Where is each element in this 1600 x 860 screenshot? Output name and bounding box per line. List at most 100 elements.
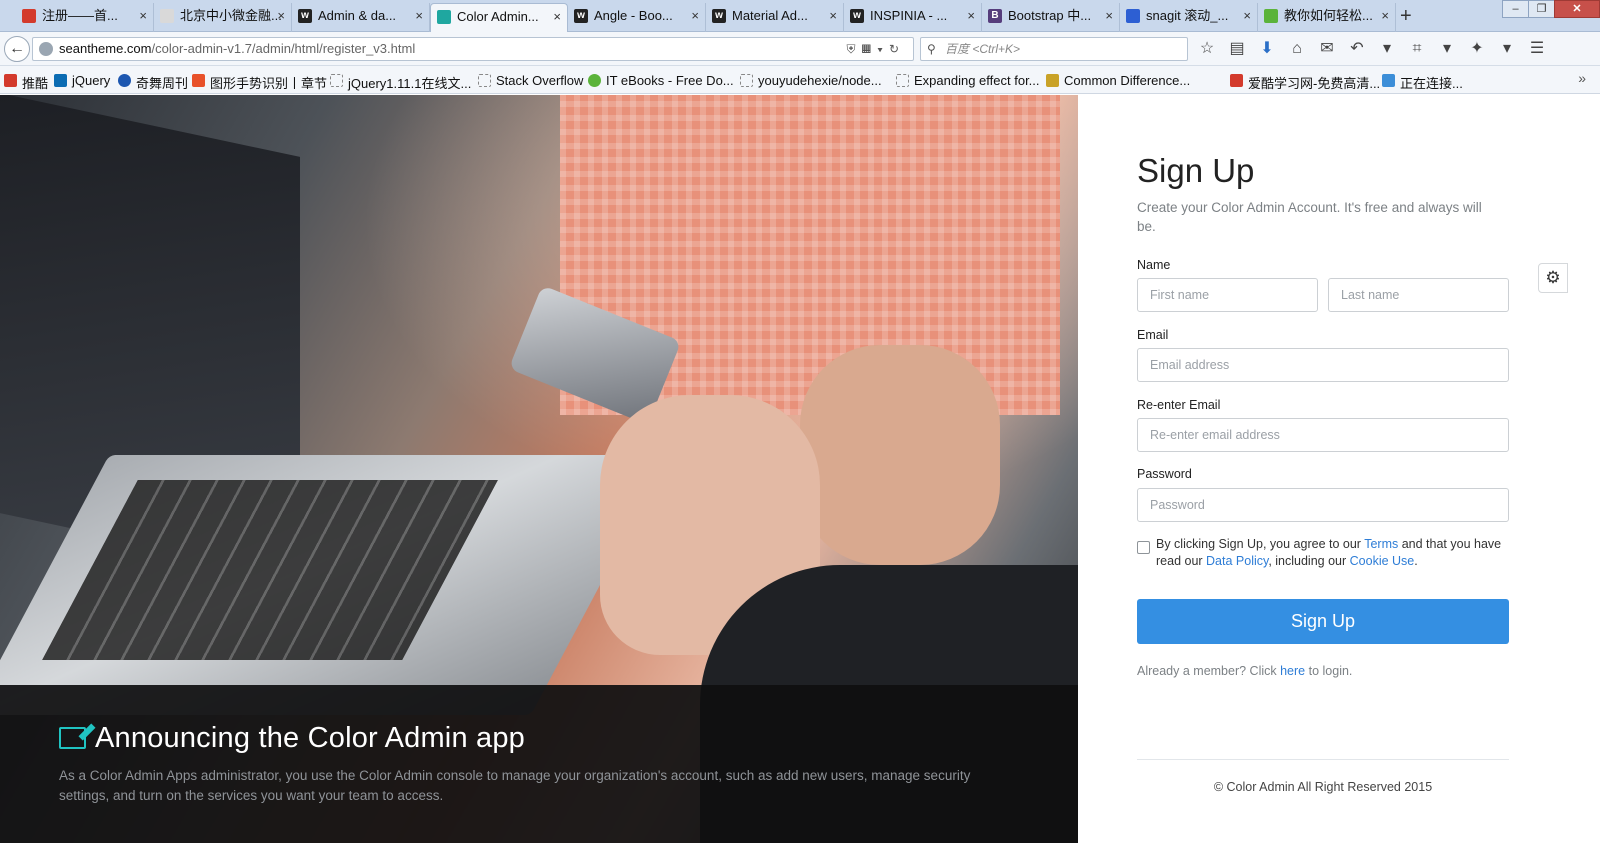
browser-toolbar: ☆ ▤ ⬇ ⌂ ✉ ↶ ▾ ⌗ ▾ ✦ ▾ ☰ xyxy=(1196,38,1548,60)
address-bar-tools: ⛨▦▾↻ xyxy=(846,38,905,60)
reload-icon[interactable]: ↻ xyxy=(889,42,905,56)
dropdown-icon[interactable]: ▾ xyxy=(1436,38,1458,60)
tab-label: 注册——首... xyxy=(42,8,118,23)
signup-subtitle: Create your Color Admin Account. It's fr… xyxy=(1137,200,1482,234)
bookmark-item[interactable]: jQuery1.11.1在线文... xyxy=(330,73,471,92)
bookmarks-overflow-icon[interactable]: » xyxy=(1578,70,1586,86)
login-prompt: Already a member? Click here to login. xyxy=(1137,664,1352,678)
crop-icon[interactable]: ⌗ xyxy=(1406,38,1428,60)
tab-close-icon[interactable]: × xyxy=(1243,3,1251,29)
tab-favicon-icon xyxy=(160,9,174,23)
name-label: Name xyxy=(1137,258,1171,272)
browser-tab[interactable]: B Bootstrap 中... × xyxy=(982,3,1120,32)
tab-favicon-icon xyxy=(22,9,36,23)
bookmark-icon xyxy=(588,74,601,87)
signup-button[interactable]: Sign Up xyxy=(1137,599,1509,644)
tab-label: Angle - Boo... xyxy=(594,8,673,23)
browser-tab-active[interactable]: Color Admin... × xyxy=(430,3,568,32)
copyright: © Color Admin All Right Reserved 2015 xyxy=(1213,780,1433,794)
url-host: seantheme.com xyxy=(59,41,152,56)
bookmark-item[interactable]: Common Difference... xyxy=(1046,73,1190,88)
bookmark-icon xyxy=(54,74,67,87)
tab-close-icon[interactable]: × xyxy=(139,3,147,29)
browser-tab[interactable]: w INSPINIA - ... × xyxy=(844,3,982,32)
dropdown-icon[interactable]: ▾ xyxy=(1496,38,1518,60)
bookmark-item[interactable]: Stack Overflow xyxy=(478,73,583,88)
search-placeholder: 百度 <Ctrl+K> xyxy=(945,42,1021,56)
terms-text: By clicking Sign Up, you agree to our Te… xyxy=(1156,536,1508,570)
reading-list-icon[interactable]: ▤ xyxy=(1226,38,1248,60)
cookie-use-link[interactable]: Cookie Use xyxy=(1350,554,1415,568)
tab-label: Material Ad... xyxy=(732,8,808,23)
tab-close-icon[interactable]: × xyxy=(553,4,561,30)
browser-tab[interactable]: w Material Ad... × xyxy=(706,3,844,32)
home-icon[interactable]: ⌂ xyxy=(1286,38,1308,60)
first-name-field[interactable] xyxy=(1137,278,1318,312)
tab-favicon-icon: B xyxy=(988,9,1002,23)
bookmark-item[interactable]: IT eBooks - Free Do... xyxy=(588,73,734,88)
terms-checkbox[interactable] xyxy=(1137,541,1150,554)
browser-tab[interactable]: 注册——首... × xyxy=(16,3,154,32)
tab-close-icon[interactable]: × xyxy=(967,3,975,29)
tab-close-icon[interactable]: × xyxy=(277,3,285,29)
tab-label: 教你如何轻松... xyxy=(1284,8,1373,23)
bookmark-item[interactable]: jQuery xyxy=(54,73,110,88)
shield-icon[interactable]: ⛨ xyxy=(846,42,861,56)
bookmark-item[interactable]: 爱酷学习网-免费高清... xyxy=(1230,73,1380,92)
browser-tab[interactable]: snagit 滚动_... × xyxy=(1120,3,1258,32)
chat-icon[interactable]: ✉ xyxy=(1316,38,1338,60)
bookmark-item[interactable]: 正在连接... xyxy=(1382,73,1463,92)
bookmark-item[interactable]: youyudehexie/node... xyxy=(740,73,882,88)
terms-suffix: . xyxy=(1414,554,1418,568)
bookmark-star-icon[interactable]: ☆ xyxy=(1196,38,1218,60)
menu-icon[interactable]: ☰ xyxy=(1526,38,1548,60)
browser-tab[interactable]: 教你如何轻松... × xyxy=(1258,3,1396,32)
dropdown-icon[interactable]: ▾ xyxy=(1376,38,1398,60)
bookmark-label: jQuery xyxy=(72,73,111,88)
browser-tab[interactable]: w Admin & da... × xyxy=(292,3,430,32)
page: Announcing the Color Admin app As a Colo… xyxy=(0,95,1600,860)
password-field[interactable] xyxy=(1137,488,1509,522)
last-name-field[interactable] xyxy=(1328,278,1509,312)
bookmark-icon xyxy=(740,74,753,87)
minimize-icon[interactable]: – xyxy=(1502,0,1529,18)
tab-favicon-icon: w xyxy=(298,9,312,23)
tab-close-icon[interactable]: × xyxy=(415,3,423,29)
new-tab-button[interactable]: + xyxy=(1400,4,1412,28)
dropdown-icon[interactable]: ▾ xyxy=(877,42,889,56)
qr-code-icon[interactable]: ▦ xyxy=(861,42,877,56)
back-arrow-icon[interactable]: ← xyxy=(4,36,30,62)
bookmark-item[interactable]: 奇舞周刊 xyxy=(118,73,188,92)
tab-close-icon[interactable]: × xyxy=(1105,3,1113,29)
bookmark-icon xyxy=(1382,74,1395,87)
tab-label: 北京中小微金融... xyxy=(180,8,282,23)
login-link[interactable]: here xyxy=(1280,664,1305,678)
tab-label: Bootstrap 中... xyxy=(1008,8,1092,23)
tab-favicon-icon xyxy=(437,10,451,24)
tab-close-icon[interactable]: × xyxy=(829,3,837,29)
browser-tab[interactable]: 北京中小微金融... × xyxy=(154,3,292,32)
bookmark-item[interactable]: 推酷 xyxy=(4,73,48,92)
email-field[interactable] xyxy=(1137,348,1509,382)
tab-close-icon[interactable]: × xyxy=(691,3,699,29)
gear-icon[interactable]: ⚙ xyxy=(1538,263,1568,293)
terms-prefix: By clicking Sign Up, you agree to our xyxy=(1156,537,1365,551)
terms-link[interactable]: Terms xyxy=(1364,537,1398,551)
close-window-icon[interactable]: ✕ xyxy=(1554,0,1600,18)
bookmark-item[interactable]: Expanding effect for... xyxy=(896,73,1040,88)
bookmark-item[interactable]: 图形手势识别丨章节 xyxy=(192,73,327,92)
reemail-label: Re-enter Email xyxy=(1137,398,1221,412)
download-icon[interactable]: ⬇ xyxy=(1256,38,1278,60)
window-controls: – ❐ ✕ xyxy=(1502,0,1600,20)
address-bar[interactable]: seantheme.com/color-admin-v1.7/admin/htm… xyxy=(32,37,914,61)
restore-icon[interactable]: ❐ xyxy=(1528,0,1555,18)
tab-close-icon[interactable]: × xyxy=(1381,3,1389,29)
tab-label: Admin & da... xyxy=(318,8,397,23)
signup-title: Sign Up xyxy=(1137,152,1255,189)
search-box[interactable]: ⚲ 百度 <Ctrl+K> xyxy=(920,37,1188,61)
browser-tab[interactable]: w Angle - Boo... × xyxy=(568,3,706,32)
extension-icon[interactable]: ✦ xyxy=(1466,38,1488,60)
undo-icon[interactable]: ↶ xyxy=(1346,38,1368,60)
data-policy-link[interactable]: Data Policy xyxy=(1206,554,1268,568)
reemail-field[interactable] xyxy=(1137,418,1509,452)
